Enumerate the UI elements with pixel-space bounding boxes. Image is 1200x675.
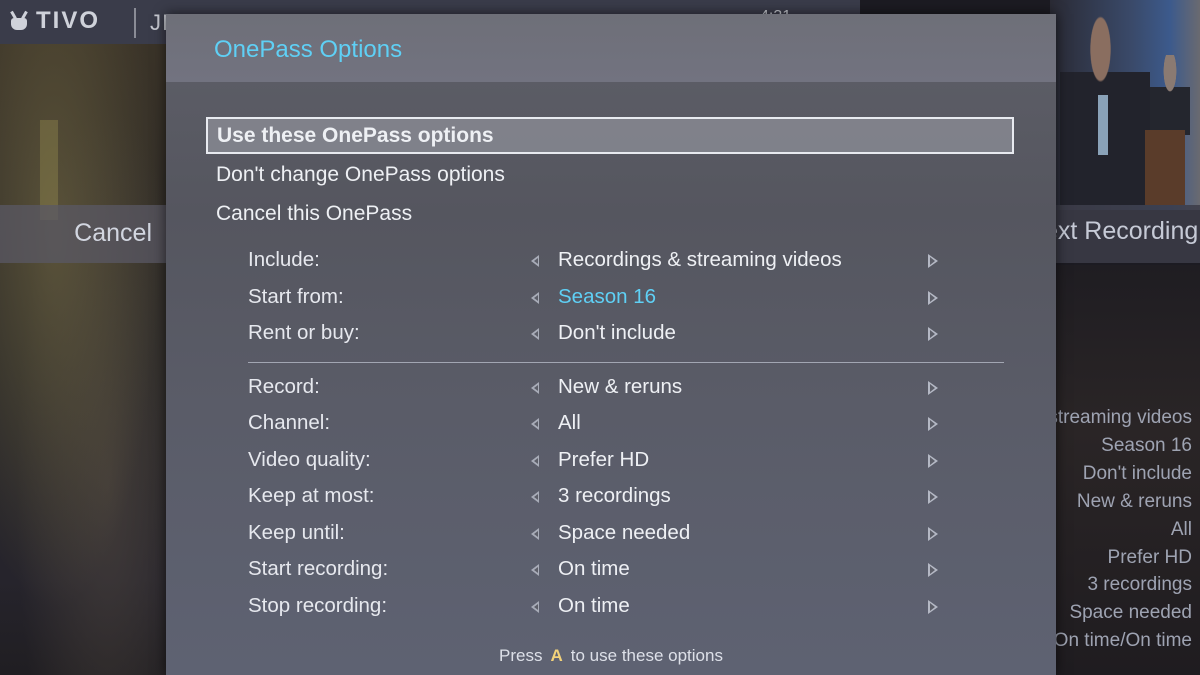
tivo-logo: TIVO [8, 6, 100, 36]
option-value: New & reruns [558, 374, 683, 398]
option-label: Keep until: [248, 520, 345, 544]
option-keep-until[interactable]: Keep until: Space needed [248, 515, 1008, 552]
summary-item: All [1170, 518, 1192, 540]
arrow-left-icon[interactable] [531, 527, 539, 540]
arrow-left-icon[interactable] [531, 291, 539, 304]
arrow-right-icon[interactable] [928, 327, 938, 341]
tivo-wordmark: TIVO [36, 7, 101, 34]
arrow-right-icon[interactable] [928, 599, 938, 614]
live-tv-preview [1050, 0, 1200, 210]
arrow-right-icon[interactable] [928, 417, 938, 431]
arrow-right-icon[interactable] [928, 526, 938, 541]
desk [1145, 130, 1185, 205]
tivo-mascot-icon [8, 10, 30, 32]
cancel-onepass-button[interactable]: Cancel this OnePass [206, 195, 1014, 232]
option-start-from[interactable]: Start from: Season 16 [248, 279, 1008, 316]
option-value: Prefer HD [558, 447, 650, 471]
arrow-left-icon[interactable] [531, 381, 539, 394]
options-list: Include: Recordings & streaming videos S… [248, 242, 1008, 624]
a-button-icon: A [550, 646, 563, 665]
footer-hint: Press Ato use these options [166, 646, 1056, 666]
guest-figure [1150, 55, 1190, 135]
option-value: All [558, 411, 581, 434]
option-value: On time [558, 557, 630, 580]
option-value: Season 16 [558, 284, 657, 308]
host-figure [1060, 15, 1150, 205]
dialog-actions: Use these OnePass options Don't change O… [206, 117, 1014, 234]
option-label: Rent or buy: [248, 321, 360, 344]
option-start-recording[interactable]: Start recording: On time [248, 551, 1008, 588]
option-value: 3 recordings [558, 484, 671, 507]
option-keep-at-most[interactable]: Keep at most: 3 recordings [248, 478, 1008, 515]
option-label: Record: [248, 374, 320, 398]
option-value: On time [558, 593, 630, 617]
host-tie [1098, 95, 1108, 155]
arrow-right-icon[interactable] [928, 290, 938, 305]
use-onepass-options-button[interactable]: Use these OnePass options [206, 117, 1014, 154]
arrow-left-icon[interactable] [531, 418, 539, 430]
option-video-quality[interactable]: Video quality: Prefer HD [248, 442, 1008, 479]
summary-item: 3 recordings [1087, 574, 1192, 596]
dont-change-onepass-options-button[interactable]: Don't change OnePass options [206, 156, 1014, 193]
arrow-right-icon[interactable] [928, 254, 938, 268]
summary-item: Space needed [1069, 602, 1192, 624]
arrow-left-icon[interactable] [531, 600, 539, 613]
onepass-options-dialog: OnePass Options Use these OnePass option… [166, 14, 1056, 675]
arrow-right-icon[interactable] [928, 563, 938, 577]
option-label: Include: [248, 248, 320, 271]
option-label: Channel: [248, 411, 331, 434]
option-label: Stop recording: [248, 593, 388, 617]
background-options-summary: streaming videos Season 16 Don't include… [1048, 404, 1192, 655]
option-label: Start from: [248, 284, 344, 308]
footer-hint-suffix: to use these options [570, 646, 723, 665]
option-label: Keep at most: [248, 484, 375, 507]
arrow-right-icon[interactable] [928, 490, 938, 504]
summary-item: streaming videos [1048, 407, 1192, 428]
dialog-header: OnePass Options [166, 14, 1056, 82]
option-label: Video quality: [248, 447, 371, 471]
background-next-recording-label: ext Recording [1044, 217, 1199, 245]
arrow-left-icon[interactable] [531, 328, 539, 340]
arrow-right-icon[interactable] [928, 453, 938, 468]
option-rent-or-buy[interactable]: Rent or buy: Don't include [248, 315, 1008, 352]
option-stop-recording[interactable]: Stop recording: On time [248, 588, 1008, 625]
summary-item: Don't include [1082, 462, 1192, 484]
summary-item: New & reruns [1076, 490, 1192, 512]
arrow-left-icon[interactable] [531, 491, 539, 503]
summary-item: Season 16 [1101, 434, 1192, 456]
background-cancel-label: Cancel [74, 219, 152, 247]
option-label: Start recording: [248, 557, 389, 580]
option-value: Recordings & streaming videos [558, 248, 842, 271]
option-value: Space needed [558, 520, 691, 544]
background-cancel-button: Cancel [0, 205, 180, 263]
option-channel[interactable]: Channel: All [248, 405, 1008, 442]
background-next-recording-button: ext Recording [1040, 205, 1200, 263]
options-divider [248, 361, 1004, 363]
summary-item: Prefer HD [1107, 546, 1192, 568]
arrow-left-icon[interactable] [531, 564, 539, 576]
arrow-right-icon[interactable] [928, 380, 938, 395]
option-value: Don't include [558, 321, 676, 344]
dialog-title: OnePass Options [214, 36, 403, 63]
arrow-left-icon[interactable] [531, 454, 539, 467]
option-record[interactable]: Record: New & reruns [248, 369, 1008, 406]
arrow-left-icon[interactable] [531, 255, 539, 267]
option-include[interactable]: Include: Recordings & streaming videos [248, 242, 1008, 279]
summary-item: On time/On time [1053, 630, 1192, 652]
footer-hint-prefix: Press [499, 646, 543, 665]
top-divider [134, 8, 136, 38]
live-tv-background-left [0, 40, 180, 675]
